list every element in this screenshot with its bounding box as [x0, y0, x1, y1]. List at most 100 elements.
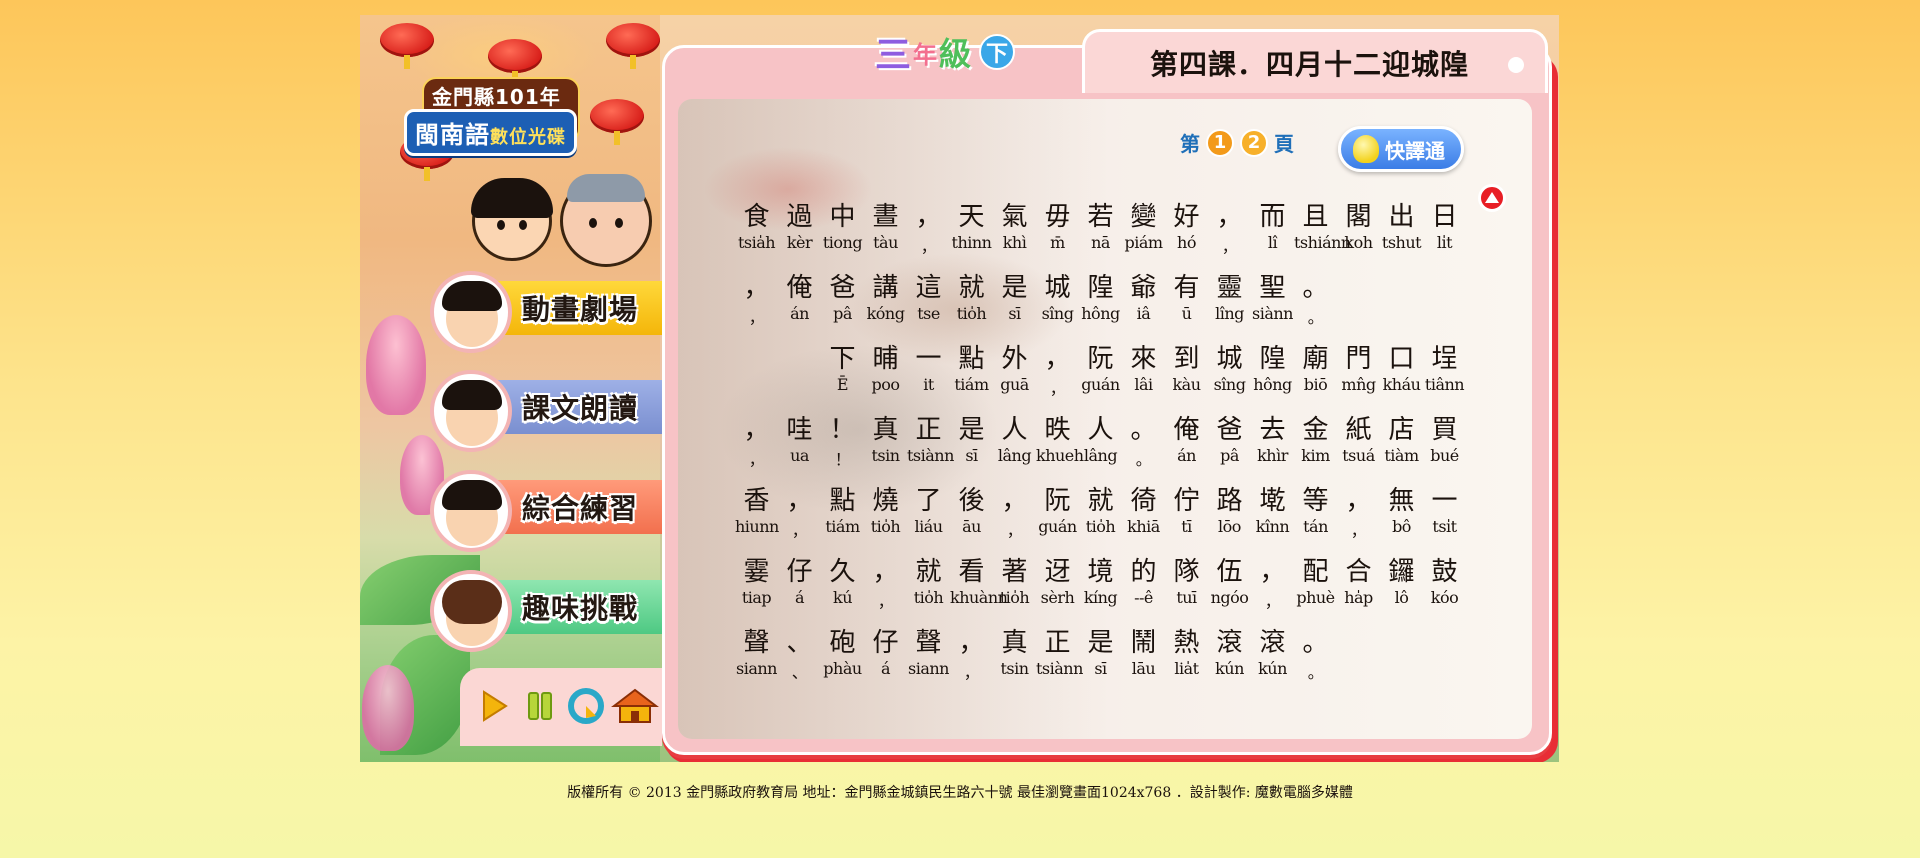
hanzi-char: ，	[743, 415, 770, 445]
pause-icon	[528, 692, 552, 720]
romanization-syllable: tsuá	[1342, 446, 1375, 465]
romanization-syllable: kînn	[1255, 517, 1290, 536]
page-navigation: 第 1 2 頁	[1180, 128, 1294, 157]
romanization-syllable: sèrh	[1040, 588, 1075, 607]
hanzi-char: 阮	[1044, 486, 1071, 516]
playback-controls	[460, 668, 662, 746]
menu-challenge-button[interactable]: 趣味挑戰	[430, 570, 662, 652]
page-2-button[interactable]: 2	[1240, 128, 1268, 157]
romanization-syllable: tsi̍t	[1432, 517, 1457, 536]
page-nav-suffix: 頁	[1274, 132, 1294, 156]
replay-button[interactable]	[566, 686, 606, 726]
play-icon	[483, 690, 508, 722]
romanization-syllable: tiânn	[1424, 375, 1465, 394]
hanzi-char: 若	[1087, 202, 1114, 232]
romanization-syllable: lāu	[1131, 659, 1156, 678]
hanzi-char: 店	[1388, 415, 1415, 445]
hanzi-char: ，	[915, 202, 942, 232]
hanzi-char: 點	[829, 486, 856, 516]
hanzi-char: 靈	[1216, 273, 1243, 303]
lesson-text: 食過中晝 ， 天氣毋若變好 ， 而且閣出日 tsia̍h kèr tiong tàu ， thinn…	[735, 196, 1475, 693]
hanzi-char: 是	[958, 415, 985, 445]
romanization-syllable: phuè	[1296, 588, 1335, 607]
romanization-syllable: tiàm	[1384, 446, 1419, 465]
romanization-row: Ēpoo it tiám guā ， guán lâi kàu sîng hông biō mn̂g k…	[821, 375, 1466, 399]
hanzi-row: 霎仔久 ， 就看著迓境的隊伍 ， 配合鑼鼓	[735, 551, 1466, 588]
hanzi-char: ，	[958, 628, 985, 658]
romanization-syllable: lâng	[1083, 446, 1118, 465]
romanization-syllable: ，	[1350, 521, 1367, 540]
romanization-syllable: ，	[1049, 379, 1066, 398]
hanzi-char: 後	[958, 486, 985, 516]
scroll-up-button[interactable]	[1478, 184, 1506, 212]
hanzi-char: 買	[1431, 415, 1458, 445]
lantern-icon	[380, 23, 434, 69]
romanization-syllable: ，	[920, 237, 937, 256]
hanzi-char: 砲	[829, 628, 856, 658]
romanization-row: ， ua！ tsin tsiànn sī lâng khueh lâng。 án pâ khìr ki…	[735, 446, 1466, 470]
romanization-syllable: lia̍t	[1174, 659, 1199, 678]
hanzi-char: 埕	[1431, 344, 1458, 374]
hanzi-row: ，哇！真正是人昳人。俺爸去金紙店買	[735, 409, 1466, 446]
hanzi-char: 佇	[1173, 486, 1200, 516]
hanzi-char: ，	[872, 557, 899, 587]
romanization-syllable: tán	[1303, 517, 1328, 536]
romanization-syllable: nā	[1091, 233, 1110, 252]
hanzi-char: 就	[958, 273, 985, 303]
pause-button[interactable]	[520, 686, 560, 726]
hanzi-char: 徛	[1130, 486, 1157, 516]
logo-line2-main: 閩南語	[415, 121, 490, 149]
hanzi-char: 講	[872, 273, 899, 303]
menu-exercise-button[interactable]: 綜合練習	[430, 470, 662, 552]
hanzi-char: 是	[1001, 273, 1028, 303]
romanization-syllable: siann	[908, 659, 949, 678]
romanization-row: hiunn ， tiám tio̍h liáu āu ， guán tio̍h khiā tī lōo…	[735, 517, 1466, 541]
hanzi-char: 看	[958, 557, 985, 587]
romanization-syllable: lîng	[1215, 304, 1244, 323]
romanization-syllable: khueh	[1036, 446, 1084, 465]
page-1-button[interactable]: 1	[1206, 128, 1234, 157]
hanzi-char: 金	[1302, 415, 1329, 445]
romanization-syllable: tshut	[1381, 233, 1422, 252]
hanzi-row: ， 俺爸講這就是城隍爺有靈聖。	[735, 267, 1337, 304]
hanzi-char: 下	[829, 344, 856, 374]
girl-avatar-icon	[430, 271, 512, 353]
hanzi-char: 城	[1216, 344, 1243, 374]
menu-animation-theater-button[interactable]: 動畫劇場	[430, 271, 662, 353]
romanization-syllable: hiunn	[735, 517, 779, 536]
hanzi-char: 等	[1302, 486, 1329, 516]
romanization-syllable: lô	[1394, 588, 1409, 607]
menu-text-reading-button[interactable]: 課文朗讀	[430, 370, 662, 452]
romanization-syllable: lâi	[1134, 375, 1153, 394]
romanization-syllable: sîng	[1041, 304, 1074, 323]
hanzi-char: 。	[1302, 628, 1329, 658]
hanzi-char: 是	[1087, 628, 1114, 658]
hanzi-char: 好	[1173, 202, 1200, 232]
romanization-syllable: tàu	[873, 233, 898, 252]
quick-translate-button[interactable]: 快譯通	[1338, 126, 1464, 172]
hanzi-char: 來	[1130, 344, 1157, 374]
romanization-syllable: ，	[877, 592, 894, 611]
lesson-title: 第四課．四月十二迎城隍	[1150, 48, 1470, 81]
romanization-syllable: tio̍h	[1085, 517, 1116, 536]
hanzi-char: 隊	[1173, 557, 1200, 587]
romanization-syllable: 。	[1307, 308, 1324, 327]
romanization-syllable: biō	[1303, 375, 1328, 394]
play-button[interactable]	[474, 686, 514, 726]
romanization-syllable: siànn	[1252, 304, 1293, 323]
hanzi-row: 食過中晝 ， 天氣毋若變好 ， 而且閣出日	[735, 196, 1466, 233]
hanzi-char: 去	[1259, 415, 1286, 445]
romanization-syllable: 。	[1307, 663, 1324, 682]
hanzi-char: 氣	[1001, 202, 1028, 232]
romanization-syllable: ，	[1006, 521, 1023, 540]
romanization-syllable: khìr	[1257, 446, 1288, 465]
hanzi-char: 俺	[786, 273, 813, 303]
home-icon	[611, 688, 659, 723]
romanization-syllable: ngóo	[1210, 588, 1249, 607]
romanization-syllable: pâ	[833, 304, 852, 323]
hanzi-char: 且	[1302, 202, 1329, 232]
romanization-syllable: kim	[1301, 446, 1330, 465]
romanization-syllable: tsiànn	[1036, 659, 1083, 678]
grandfather-character-icon	[560, 174, 652, 267]
home-button[interactable]	[610, 686, 660, 726]
